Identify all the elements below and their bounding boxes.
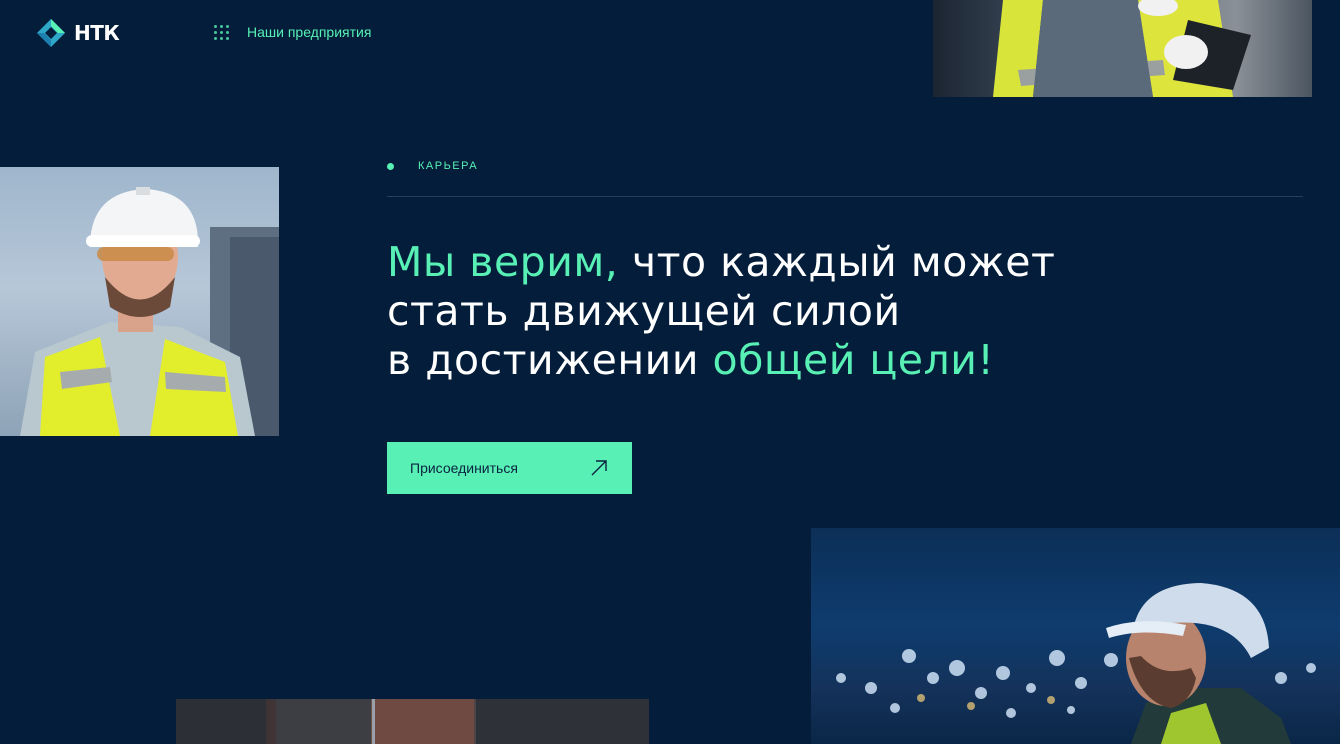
- arrow-up-right-icon: [591, 460, 607, 476]
- worker-with-tablet-photo: [933, 0, 1312, 97]
- headline-accent-2: общей цели!: [712, 336, 995, 384]
- join-button[interactable]: Присоединиться: [387, 442, 632, 494]
- ntk-logo-icon: [37, 19, 65, 47]
- join-button-label: Присоединиться: [410, 460, 518, 476]
- bullet-dot-icon: [387, 162, 394, 170]
- logo-text: НТК: [74, 21, 120, 45]
- section-label: КАРЬЕРА: [418, 160, 479, 172]
- worker-at-night-photo: [811, 528, 1340, 744]
- logo-link[interactable]: НТК: [36, 18, 120, 48]
- enterprises-label: Наши предприятия: [247, 24, 372, 40]
- grid-dots-icon: [214, 24, 229, 40]
- headline-text-1: что каждый может: [618, 238, 1056, 286]
- headline-text-2: стать движущей силой: [387, 287, 901, 335]
- section-label-row: КАРЬЕРА: [387, 160, 478, 172]
- worker-in-hardhat-photo: [0, 167, 279, 436]
- divider: [387, 196, 1303, 197]
- hero-headline: Мы верим, что каждый может стать движуще…: [387, 238, 1167, 385]
- headline-accent-1: Мы верим,: [387, 238, 619, 286]
- headline-text-3: в достижении: [387, 336, 713, 384]
- industrial-photo: [176, 699, 649, 744]
- enterprises-link[interactable]: Наши предприятия: [214, 24, 371, 40]
